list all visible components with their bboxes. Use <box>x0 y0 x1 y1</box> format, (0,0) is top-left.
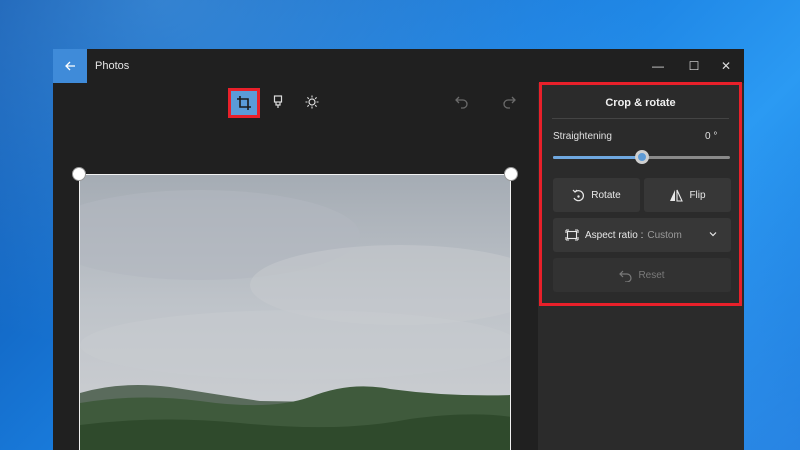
app-title: Photos <box>95 60 130 72</box>
slider-thumb[interactable] <box>634 150 649 164</box>
crop-rotate-panel: Crop & rotate Straightening 0 ° Rotate F… <box>539 82 742 306</box>
title-bar: Photos — ☐ ✕ <box>53 49 744 83</box>
photo-image[interactable] <box>79 174 511 450</box>
close-icon: ✕ <box>720 59 732 73</box>
reset-label: Reset <box>638 269 665 281</box>
crop-handle-top-left[interactable] <box>72 167 86 181</box>
undo-button[interactable] <box>450 90 474 114</box>
aspect-ratio-label: Aspect ratio : <box>585 229 644 241</box>
close-button[interactable]: ✕ <box>708 49 744 83</box>
minimize-button[interactable]: — <box>640 49 676 83</box>
maximize-button[interactable]: ☐ <box>676 49 712 83</box>
aspect-ratio-value: Custom <box>647 229 682 241</box>
rotate-label: Rotate <box>591 189 621 201</box>
straightening-label: Straightening <box>553 131 612 142</box>
crop-tool-button[interactable] <box>228 88 260 118</box>
chevron-down-icon <box>708 229 718 242</box>
reset-button[interactable]: Reset <box>553 258 731 292</box>
landscape-photo <box>80 175 510 450</box>
redo-icon <box>503 96 516 109</box>
panel-title: Crop & rotate <box>605 97 676 109</box>
aspect-ratio-dropdown[interactable]: Aspect ratio : Custom <box>553 218 731 252</box>
rotate-button[interactable]: Rotate <box>553 178 640 212</box>
straightening-value: 0 ° <box>705 131 718 142</box>
panel-divider <box>552 118 729 119</box>
flip-label: Flip <box>689 189 706 201</box>
slider-fill <box>553 156 642 159</box>
back-button[interactable] <box>53 49 87 83</box>
aspect-ratio-icon <box>565 229 579 241</box>
back-arrow-icon <box>65 61 75 71</box>
crop-handle-top-right[interactable] <box>504 167 518 181</box>
reset-icon <box>619 269 633 282</box>
rotate-icon <box>572 189 585 202</box>
crop-icon <box>237 96 251 110</box>
photo-canvas <box>53 125 538 450</box>
brightness-icon <box>305 95 319 109</box>
flip-icon <box>669 189 684 202</box>
undo-icon <box>455 96 468 109</box>
adjust-tool-button[interactable] <box>300 90 324 114</box>
maximize-icon: ☐ <box>688 59 700 73</box>
markup-tool-button[interactable] <box>266 90 290 114</box>
flip-button[interactable]: Flip <box>644 178 731 212</box>
markup-icon <box>273 95 283 108</box>
minimize-icon: — <box>652 59 664 73</box>
redo-button[interactable] <box>497 90 521 114</box>
